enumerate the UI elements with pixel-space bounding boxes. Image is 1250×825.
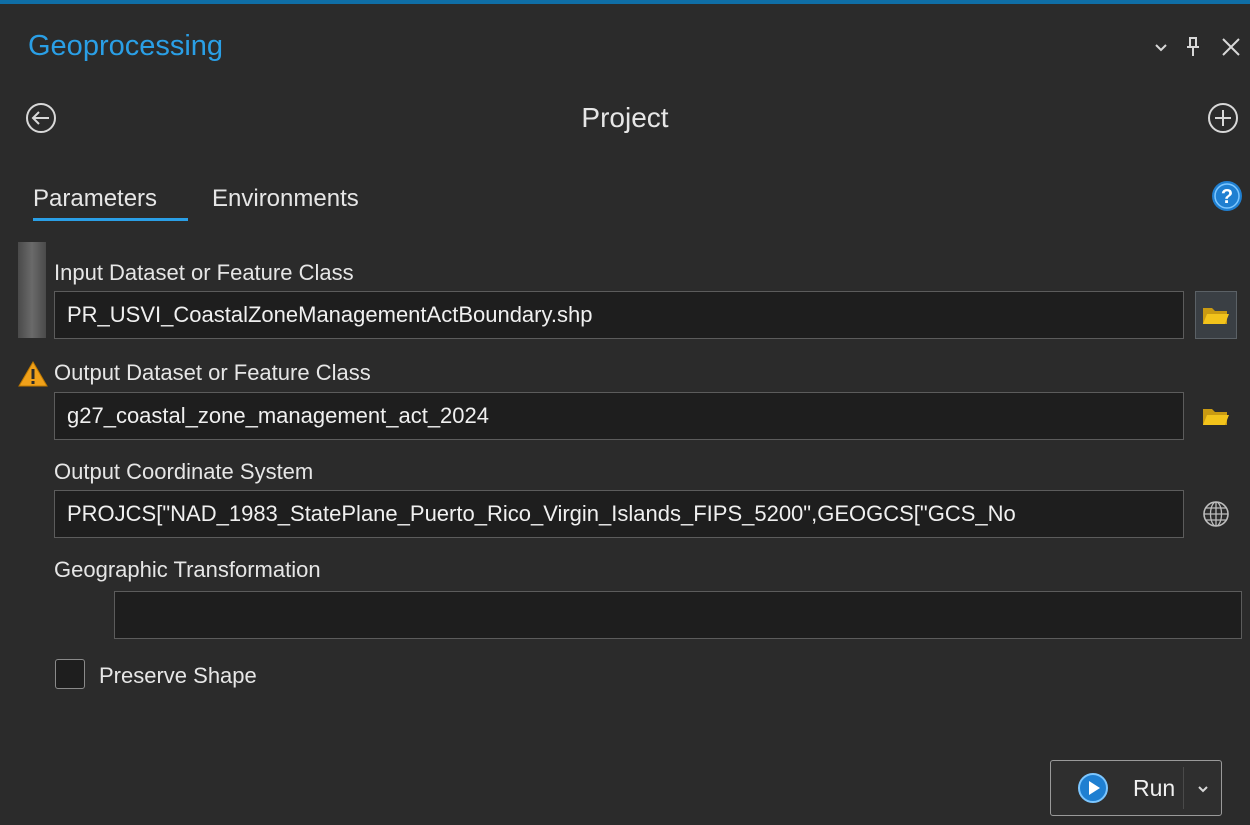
geographic-transformation-label: Geographic Transformation xyxy=(54,557,321,582)
warning-icon xyxy=(18,360,48,388)
input-browse-button[interactable] xyxy=(1195,291,1237,339)
globe-icon[interactable] xyxy=(1195,490,1237,538)
add-icon[interactable] xyxy=(1206,101,1240,135)
output-browse-button[interactable] xyxy=(1195,392,1237,440)
preserve-shape-label: Preserve Shape xyxy=(99,663,257,688)
preserve-shape-checkbox[interactable] xyxy=(55,659,85,689)
tab-parameters[interactable]: Parameters xyxy=(33,185,157,213)
folder-icon xyxy=(1203,308,1229,324)
help-icon[interactable]: ? xyxy=(1210,179,1244,213)
tab-active-indicator xyxy=(33,218,188,221)
play-icon xyxy=(1077,772,1109,804)
run-button-label: Run xyxy=(1133,775,1176,801)
output-dataset-field[interactable]: g27_coastal_zone_management_act_2024 xyxy=(54,392,1184,440)
coordinate-system-label: Output Coordinate System xyxy=(54,459,314,484)
run-divider xyxy=(1183,767,1184,809)
run-options-chevron-icon[interactable] xyxy=(1193,779,1213,799)
input-dataset-label: Input Dataset or Feature Class xyxy=(54,260,354,285)
tab-environments[interactable]: Environments xyxy=(212,185,359,213)
folder-icon xyxy=(1203,409,1229,425)
svg-text:?: ? xyxy=(1221,186,1233,208)
close-icon[interactable] xyxy=(1218,34,1244,60)
input-dataset-field[interactable]: PR_USVI_CoastalZoneManagementActBoundary… xyxy=(54,291,1184,339)
pane-title: Geoprocessing xyxy=(28,30,224,62)
output-dataset-label: Output Dataset or Feature Class xyxy=(54,360,371,385)
tool-title: Project xyxy=(581,102,669,133)
chevron-down-icon[interactable] xyxy=(1148,34,1174,60)
active-parameter-indicator xyxy=(18,242,46,338)
geoprocessing-pane: Geoprocessing Project Parameters Environ… xyxy=(0,0,1250,825)
pin-icon[interactable] xyxy=(1180,34,1206,60)
coordinate-system-field[interactable]: PROJCS["NAD_1983_StatePlane_Puerto_Rico_… xyxy=(54,490,1184,538)
geographic-transformation-field[interactable] xyxy=(114,591,1242,639)
run-button[interactable]: Run xyxy=(1050,760,1222,816)
